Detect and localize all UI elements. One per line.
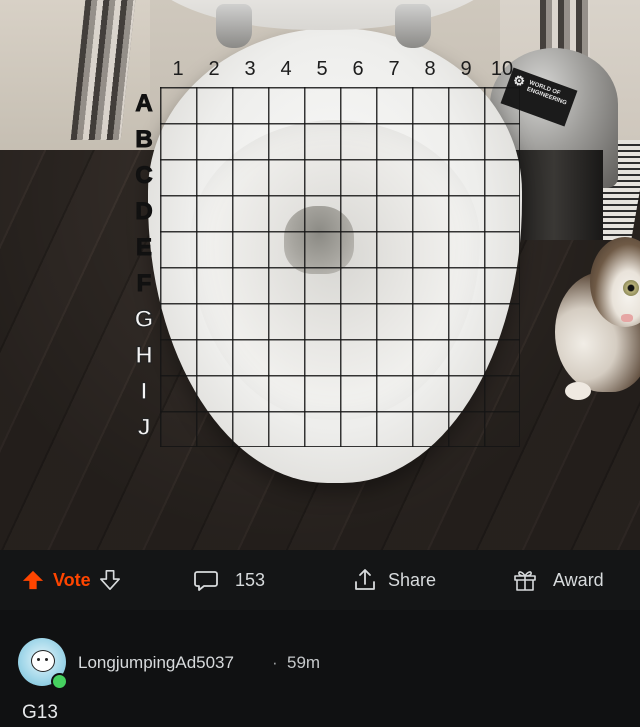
award-label: Award <box>553 569 604 590</box>
comment-username[interactable]: LongjumpingAd5037 <box>78 653 234 673</box>
downvote-arrow-icon[interactable] <box>99 569 121 591</box>
comment-timestamp: 59m <box>287 653 321 672</box>
comment-count: 153 <box>235 569 266 590</box>
share-button[interactable]: Share <box>352 550 436 610</box>
grid-row-label: A <box>135 90 153 118</box>
comment-bubble-icon <box>194 571 218 591</box>
award-button[interactable]: Award <box>512 550 604 610</box>
grid-row-label: C <box>135 162 153 190</box>
grid-column-label: 6 <box>352 58 364 80</box>
comment-body: G13 <box>22 702 58 723</box>
grid-row-label: D <box>135 198 153 226</box>
grid-row-label: H <box>135 341 154 369</box>
post-action-bar: Vote 153 Share Award <box>0 550 640 610</box>
grid-row-label: J <box>137 413 152 441</box>
share-icon <box>355 569 375 590</box>
grid-column-label: 3 <box>244 58 256 80</box>
grid-column-label: 7 <box>388 58 400 80</box>
grid-column-label: 10 <box>490 58 514 80</box>
cat-nose <box>621 314 633 322</box>
grid-overlay <box>160 87 520 447</box>
grid-column-label: 8 <box>424 58 436 80</box>
grid-row-label: F <box>136 270 152 298</box>
grid-column-label: 1 <box>172 58 184 80</box>
cat <box>545 232 640 402</box>
upvote-arrow-icon[interactable] <box>22 569 44 591</box>
cat-eye <box>623 280 639 296</box>
toilet-lid <box>140 0 505 30</box>
gift-icon <box>514 571 536 591</box>
cat-paw <box>565 382 591 400</box>
grid-column-label: 4 <box>280 58 292 80</box>
vote-label: Vote <box>53 569 91 590</box>
grid-row-label: E <box>135 234 152 262</box>
grid-row-label: I <box>140 377 148 405</box>
comments-button[interactable]: 153 <box>193 550 265 610</box>
grid-column-label: 5 <box>316 58 328 80</box>
meta-separator: · <box>272 653 278 672</box>
share-label: Share <box>388 569 437 590</box>
snoo-avatar-icon <box>31 650 55 672</box>
comment: LongjumpingAd5037 · 59m G13 <box>0 610 640 727</box>
lid-hinge-left <box>216 4 252 48</box>
grid-column-label: 2 <box>208 58 220 80</box>
online-status-dot <box>51 673 68 690</box>
vote-group: Vote <box>22 550 121 610</box>
grid-row-label: G <box>134 305 154 333</box>
post-image[interactable]: ⚙ WORLD OF ENGINEERING 1 2 3 4 5 6 7 8 9… <box>0 0 640 550</box>
lid-hinge-right <box>395 4 431 48</box>
grid-column-label: 9 <box>460 58 472 80</box>
grid-row-label: B <box>135 126 153 154</box>
